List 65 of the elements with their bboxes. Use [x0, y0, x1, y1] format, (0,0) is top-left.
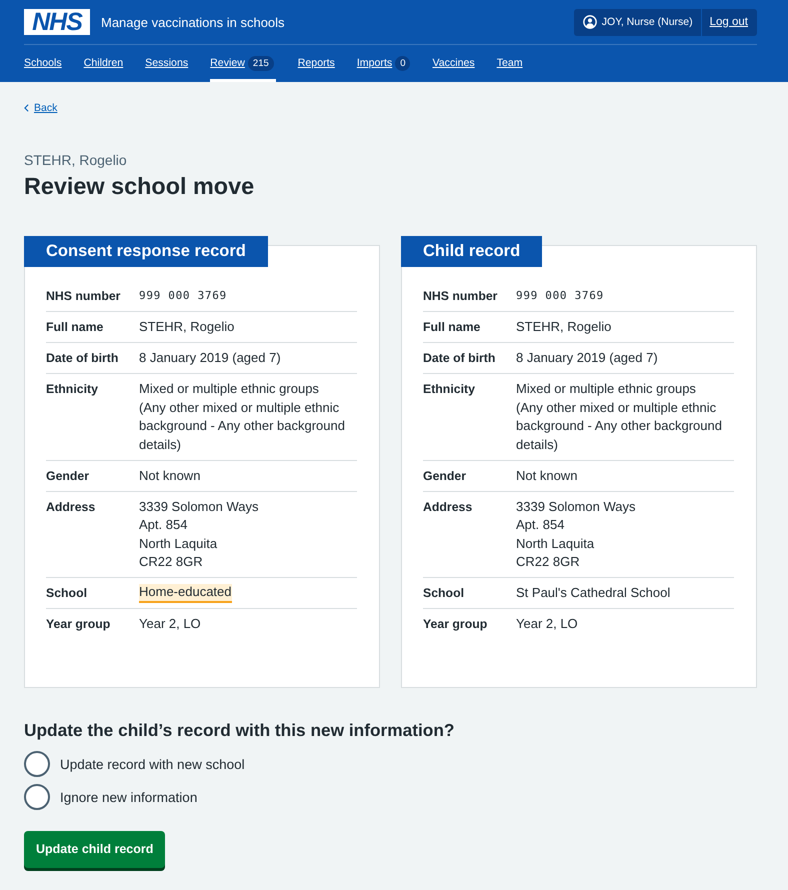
- row-value: St Paul's Cathedral School: [516, 584, 670, 602]
- row-label: Full name: [423, 319, 482, 336]
- chevron-left-icon: [24, 104, 29, 112]
- nav-link[interactable]: Team: [496, 45, 523, 82]
- row-value: STEHR, Rogelio: [139, 318, 234, 336]
- row-value: 8 January 2019 (aged 7): [516, 349, 658, 367]
- row-label: Date of birth: [423, 350, 496, 367]
- row-value: Not known: [516, 466, 578, 484]
- row-label: NHS number: [423, 288, 498, 305]
- row-label: Address: [46, 498, 96, 516]
- nav-link[interactable]: Vaccines: [432, 45, 475, 82]
- address-line: North Laquita: [516, 534, 594, 553]
- nav-link[interactable]: Sessions: [145, 45, 188, 82]
- count-badge: 215: [248, 56, 274, 70]
- row-label: School: [46, 585, 88, 602]
- address-line: 3339 Solomon Ways: [516, 498, 636, 516]
- nav-link[interactable]: Imports 0: [356, 45, 410, 82]
- address-line: CR22 8GR: [139, 553, 203, 571]
- user-name: JOY, Nurse (Nurse): [602, 16, 693, 28]
- update-button[interactable]: Update child record: [24, 831, 166, 868]
- address-line: North Laquita: [139, 534, 218, 553]
- radio-label[interactable]: Ignore new information: [60, 790, 198, 804]
- row-value: Home-educated: [139, 584, 232, 602]
- nav-link[interactable]: Schools: [24, 45, 62, 82]
- question-heading: Update the child’s record with this new information?: [24, 719, 456, 741]
- row-label: Ethnicity: [423, 381, 476, 398]
- row-label: Full name: [46, 319, 104, 336]
- radio-button[interactable]: [24, 751, 50, 777]
- row-value: STEHR, Rogelio: [516, 318, 612, 336]
- row-value: 8 January 2019 (aged 7): [139, 349, 281, 367]
- count-badge: 0: [395, 56, 410, 70]
- nav-link[interactable]: Review 215: [210, 45, 276, 82]
- radio-label[interactable]: Update record with new school: [60, 756, 245, 772]
- row-label: Address: [423, 498, 474, 516]
- row-label: Gender: [423, 468, 468, 484]
- row-label: Year group: [423, 616, 488, 633]
- row-value: Year 2, LO: [139, 615, 201, 633]
- row-value: Mixed or multiple ethnic groups (Any other mixed or multiple ethnic background - Any other background details): [139, 380, 346, 454]
- nav-link[interactable]: Reports: [298, 45, 335, 82]
- caption: STEHR, Rogelio: [24, 151, 128, 170]
- row-value: Mixed or multiple ethnic groups (Any other mixed or multiple ethnic background - Any other background details): [516, 380, 723, 454]
- address-line: Apt. 854: [516, 516, 564, 534]
- service-name[interactable]: Manage vaccinations in schools: [101, 14, 285, 30]
- row-value: Not known: [139, 466, 200, 484]
- card-heading: Consent response record: [24, 236, 268, 267]
- row-label: School: [423, 585, 465, 602]
- row-value: Year 2, LO: [516, 615, 578, 633]
- row-label: Ethnicity: [46, 381, 99, 398]
- back-link[interactable]: Back: [24, 102, 58, 114]
- row-label: Date of birth: [46, 350, 120, 367]
- card-heading: Child record: [401, 236, 542, 267]
- address-line: 3339 Solomon Ways: [139, 498, 258, 516]
- logo[interactable]: NHS: [24, 9, 90, 35]
- user-icon: [582, 15, 597, 29]
- page-title: Review school move: [24, 172, 256, 200]
- row-label: NHS number: [46, 288, 122, 305]
- row-label: Gender: [46, 468, 90, 484]
- row-label: Year group: [46, 616, 112, 633]
- nav-link[interactable]: Children: [84, 45, 124, 82]
- row-value: 999 000 3769: [516, 288, 604, 304]
- row-value: 999 000 3769: [139, 288, 227, 304]
- logout-link[interactable]: Log out: [700, 8, 757, 36]
- radio-button[interactable]: [24, 784, 50, 810]
- address-line: Apt. 854: [139, 516, 188, 534]
- address-line: CR22 8GR: [516, 553, 580, 571]
